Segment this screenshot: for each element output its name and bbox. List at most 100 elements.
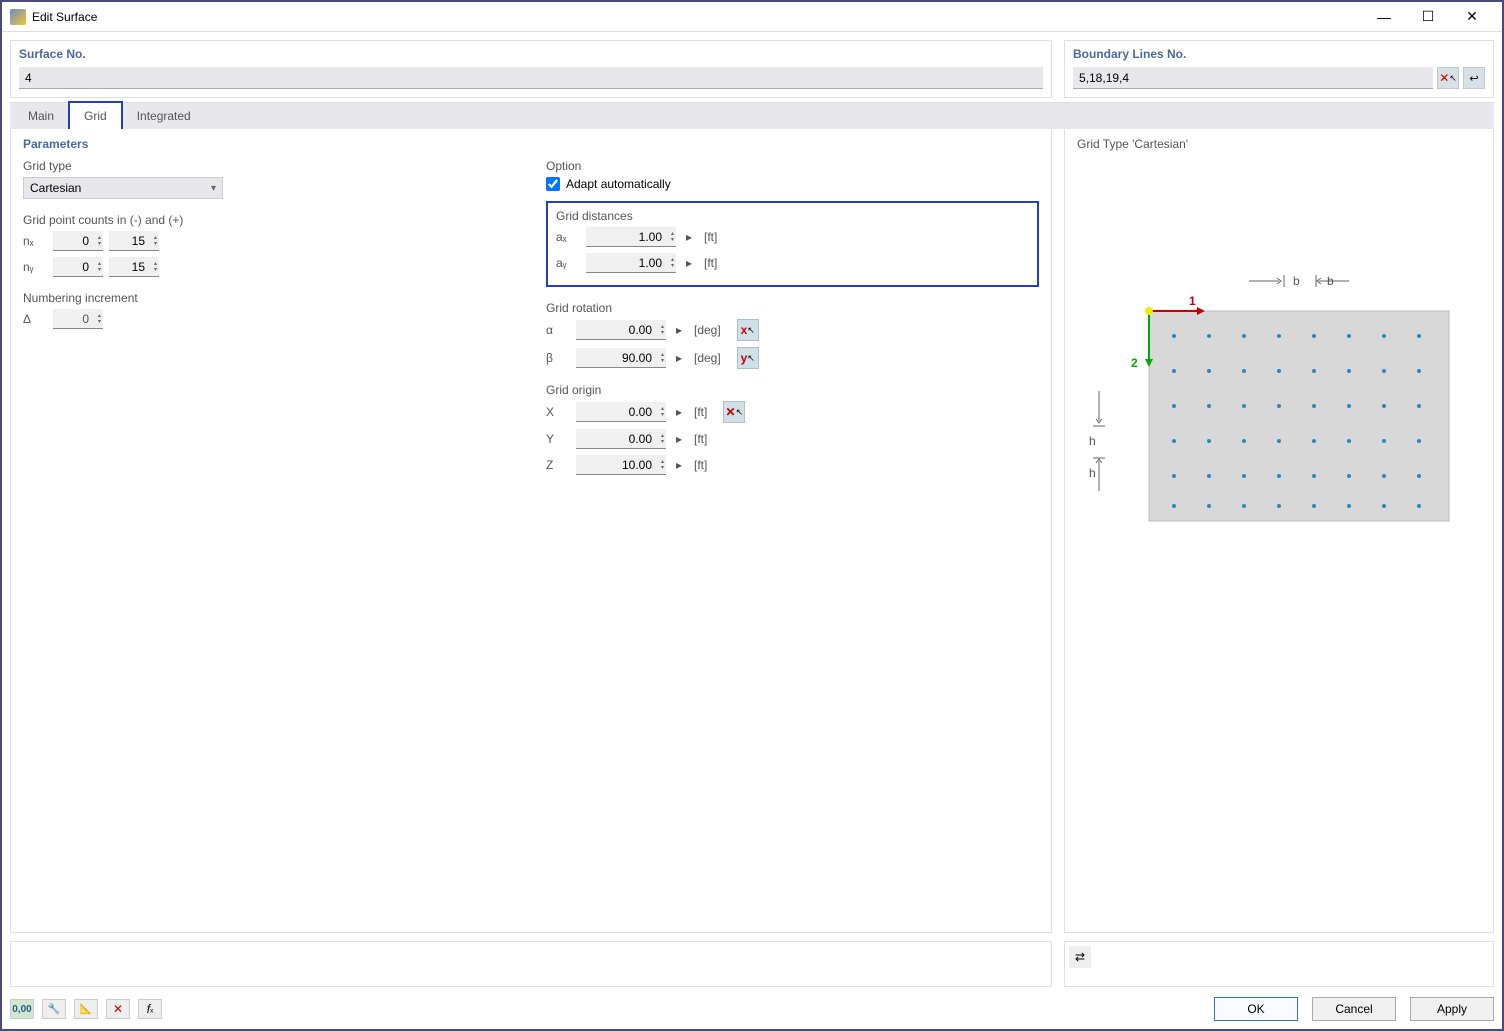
spinner-down-icon[interactable]: ▾ (654, 330, 664, 336)
grid-distances-group: Grid distances aₓ ▴▾ ▸ [ft] aᵧ ▴▾ ▸ [ft] (546, 201, 1039, 287)
axis-1-label: 1 (1189, 294, 1196, 308)
grid-origin-label: Grid origin (546, 383, 1039, 397)
numbering-increment-label: Numbering increment (23, 291, 516, 305)
grid-rotation-label: Grid rotation (546, 301, 1039, 315)
b-label-1: b (1293, 274, 1300, 288)
origin-x-more-button[interactable]: ▸ (674, 405, 684, 419)
spinner-down-icon[interactable]: ▾ (91, 241, 101, 247)
origin-y-label: Y (546, 432, 570, 446)
alpha-label: α (546, 323, 570, 337)
minimize-button[interactable]: — (1362, 3, 1406, 31)
chevron-down-icon: ▾ (211, 183, 216, 194)
ay-more-button[interactable]: ▸ (684, 256, 694, 270)
spinner-down-icon[interactable]: ▾ (654, 358, 664, 364)
alpha-input[interactable] (616, 323, 652, 337)
numbering-symbol: Δ (23, 312, 47, 326)
spinner-down-icon: ▾ (91, 319, 101, 325)
toolbar-button-2[interactable]: 🔧 (42, 999, 66, 1019)
alpha-pick-button[interactable]: x↖ (737, 319, 759, 341)
tab-integrated[interactable]: Integrated (123, 103, 205, 129)
surface-number-input[interactable] (19, 67, 1043, 89)
boundary-lines-panel: Boundary Lines No. ✕↖ ↩ (1064, 40, 1494, 98)
ay-label: aᵧ (556, 256, 580, 270)
parameters-title: Parameters (23, 137, 1039, 151)
ny-neg-input[interactable] (53, 260, 89, 274)
footer: 0,00 🔧 📐 ✕ fₓ OK Cancel Apply (10, 997, 1494, 1021)
comment-panel[interactable] (10, 941, 1052, 987)
tab-main[interactable]: Main (14, 103, 68, 129)
adapt-automatically-checkbox[interactable] (546, 177, 560, 191)
ny-label: nᵧ (23, 260, 47, 274)
origin-y-unit: [ft] (694, 432, 707, 446)
grid-preview: b b h h 1 (1077, 161, 1481, 661)
swap-view-button[interactable]: ⇄ (1069, 946, 1091, 968)
beta-unit: [deg] (694, 351, 721, 365)
spinner-down-icon[interactable]: ▾ (654, 465, 664, 471)
reverse-boundary-button[interactable]: ↩ (1463, 67, 1485, 89)
axis-2-label: 2 (1131, 356, 1138, 370)
surface-number-label: Surface No. (11, 41, 1051, 61)
spinner-down-icon[interactable]: ▾ (664, 263, 674, 269)
nx-label: nₓ (23, 234, 47, 248)
toolbar-button-5[interactable]: fₓ (138, 999, 162, 1019)
origin-z-input[interactable] (616, 458, 652, 472)
beta-pick-button[interactable]: y↖ (737, 347, 759, 369)
origin-z-unit: [ft] (694, 458, 707, 472)
alpha-more-button[interactable]: ▸ (674, 323, 684, 337)
cancel-button[interactable]: Cancel (1312, 997, 1396, 1021)
grid-type-dropdown[interactable]: Cartesian ▾ (23, 177, 223, 199)
grid-type-value: Cartesian (30, 181, 81, 195)
beta-label: β (546, 351, 570, 365)
spinner-down-icon[interactable]: ▾ (654, 412, 664, 418)
spinner-down-icon[interactable]: ▾ (654, 439, 664, 445)
preview-panel: Grid Type 'Cartesian' b b (1064, 129, 1494, 933)
preview-title: Grid Type 'Cartesian' (1077, 137, 1481, 151)
titlebar: Edit Surface — ☐ ✕ (2, 2, 1502, 32)
boundary-lines-input[interactable] (1073, 67, 1433, 89)
window-title: Edit Surface (32, 10, 1362, 24)
numbering-input (53, 312, 89, 326)
h-label-2: h (1089, 466, 1096, 480)
swap-panel: ⇄ (1064, 941, 1494, 987)
pick-boundary-button[interactable]: ✕↖ (1437, 67, 1459, 89)
spinner-down-icon[interactable]: ▾ (91, 267, 101, 273)
origin-x-label: X (546, 405, 570, 419)
spinner-down-icon[interactable]: ▾ (664, 237, 674, 243)
ax-label: aₓ (556, 230, 580, 244)
ay-input[interactable] (626, 256, 662, 270)
option-label: Option (546, 159, 1039, 173)
ax-input[interactable] (626, 230, 662, 244)
grid-type-label: Grid type (23, 159, 516, 173)
origin-z-more-button[interactable]: ▸ (674, 458, 684, 472)
surface-number-panel: Surface No. (10, 40, 1052, 98)
app-icon (10, 9, 26, 25)
parameters-panel: Parameters Grid type Cartesian ▾ Grid po… (10, 129, 1052, 933)
nx-pos-input[interactable] (109, 234, 145, 248)
origin-x-input[interactable] (616, 405, 652, 419)
ok-button[interactable]: OK (1214, 997, 1298, 1021)
tab-bar: Main Grid Integrated (10, 102, 1494, 129)
alpha-unit: [deg] (694, 323, 721, 337)
units-button[interactable]: 0,00 (10, 999, 34, 1019)
nx-neg-input[interactable] (53, 234, 89, 248)
close-button[interactable]: ✕ (1450, 3, 1494, 31)
maximize-button[interactable]: ☐ (1406, 3, 1450, 31)
boundary-lines-label: Boundary Lines No. (1065, 41, 1493, 61)
h-label-1: h (1089, 434, 1096, 448)
toolbar-button-4[interactable]: ✕ (106, 999, 130, 1019)
tab-grid[interactable]: Grid (68, 101, 123, 129)
beta-input[interactable] (616, 351, 652, 365)
toolbar-button-3[interactable]: 📐 (74, 999, 98, 1019)
apply-button[interactable]: Apply (1410, 997, 1494, 1021)
beta-more-button[interactable]: ▸ (674, 351, 684, 365)
grid-point-counts-label: Grid point counts in (-) and (+) (23, 213, 516, 227)
origin-y-input[interactable] (616, 432, 652, 446)
ny-pos-input[interactable] (109, 260, 145, 274)
spinner-down-icon[interactable]: ▾ (147, 267, 157, 273)
origin-y-more-button[interactable]: ▸ (674, 432, 684, 446)
origin-x-unit: [ft] (694, 405, 707, 419)
ax-more-button[interactable]: ▸ (684, 230, 694, 244)
spinner-down-icon[interactable]: ▾ (147, 241, 157, 247)
origin-pick-button[interactable]: ✕↖ (723, 401, 745, 423)
grid-distances-label: Grid distances (556, 209, 1029, 223)
